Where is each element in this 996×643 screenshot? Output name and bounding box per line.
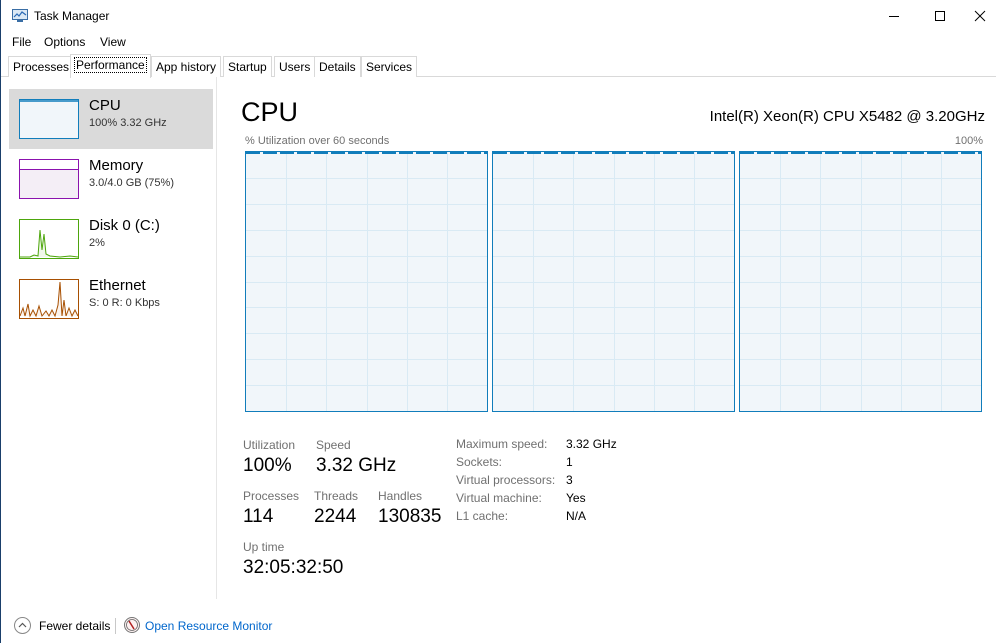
maximize-button[interactable] — [917, 0, 963, 32]
graph-canvas — [493, 152, 734, 411]
stat-value: 114 — [243, 506, 274, 527]
uptime-stat: Up time 32:05:32:50 — [243, 540, 343, 579]
resource-name: Disk 0 (C:) — [89, 217, 160, 234]
memory-thumbnail — [19, 159, 79, 199]
processes-stat: Processes 114 — [243, 489, 299, 528]
stat-value: 32:05:32:50 — [243, 557, 344, 578]
stat-label: Processes — [243, 489, 300, 503]
disk-thumbnail — [19, 219, 79, 259]
tab-label: Performance — [74, 57, 147, 73]
menu-bar: File Options View — [1, 32, 996, 52]
tab-bar: Processes Performance App history Startu… — [1, 54, 996, 78]
threads-stat: Threads 2244 — [314, 489, 358, 528]
tab-users[interactable]: Users — [274, 56, 316, 77]
tab-label: Startup — [228, 60, 267, 74]
speed-stat: Speed 3.32 GHz — [316, 438, 396, 477]
page-title: CPU — [241, 97, 299, 127]
chevron-up-icon[interactable] — [14, 617, 31, 634]
close-icon — [974, 10, 986, 22]
graph-canvas — [740, 152, 981, 411]
info-value: Yes — [566, 491, 586, 505]
maximize-icon — [935, 11, 945, 21]
cpu-graph-0 — [245, 151, 488, 412]
tab-label: Details — [319, 60, 356, 74]
resource-name: CPU — [89, 97, 121, 114]
info-key: L1 cache: — [456, 509, 509, 523]
info-value: 3 — [566, 473, 573, 487]
ethernet-thumbnail — [19, 279, 79, 319]
resource-name: Memory — [89, 157, 144, 174]
tab-performance[interactable]: Performance — [70, 54, 151, 78]
info-key: Virtual processors: — [456, 473, 556, 487]
stat-value: 2244 — [314, 506, 357, 527]
resource-sub: 100% 3.32 GHz — [89, 117, 167, 129]
tab-processes[interactable]: Processes — [8, 56, 75, 77]
info-value: 3.32 GHz — [566, 437, 617, 451]
tab-label: Users — [279, 60, 311, 74]
cpu-detail-pane: CPU Intel(R) Xeon(R) CPU X5482 @ 3.20GHz… — [218, 77, 996, 599]
stat-value: 3.32 GHz — [316, 455, 397, 476]
handles-stat: Handles 130835 — [378, 489, 441, 528]
stat-label: Handles — [378, 489, 423, 503]
cpu-model: Intel(R) Xeon(R) CPU X5482 @ 3.20GHz — [709, 108, 985, 125]
resource-sub: 3.0/4.0 GB (75%) — [89, 177, 174, 189]
tab-details[interactable]: Details — [314, 56, 361, 77]
cpu-thumbnail — [19, 99, 79, 139]
tab-label: App history — [156, 60, 217, 74]
title-bar: Task Manager — [1, 0, 996, 32]
minimize-icon — [889, 16, 899, 17]
resource-name: Ethernet — [89, 277, 146, 294]
resource-cpu[interactable]: CPU 100% 3.32 GHz — [9, 89, 213, 149]
graph-label: % Utilization over 60 seconds — [245, 135, 390, 147]
menu-view[interactable]: View — [100, 35, 126, 49]
task-manager-icon — [12, 9, 28, 23]
tab-label: Processes — [13, 60, 70, 74]
task-manager-window: Task Manager File Options View Processes… — [0, 0, 996, 643]
stat-value: 100% — [243, 455, 292, 476]
utilization-stat: Utilization 100% — [243, 438, 295, 477]
window-title: Task Manager — [34, 9, 110, 23]
stat-label: Speed — [316, 438, 351, 452]
fewer-details-link[interactable]: Fewer details — [39, 619, 110, 633]
tab-app-history[interactable]: App history — [151, 56, 222, 77]
tab-services[interactable]: Services — [361, 56, 418, 77]
stat-label: Utilization — [243, 438, 296, 452]
footer-divider — [115, 618, 116, 634]
resource-sub: 2% — [89, 237, 105, 249]
stat-label: Up time — [243, 540, 285, 554]
resource-disk[interactable]: Disk 0 (C:) 2% — [9, 209, 213, 269]
info-key: Virtual machine: — [456, 491, 542, 505]
tab-startup[interactable]: Startup — [223, 56, 272, 77]
info-value: N/A — [566, 509, 587, 523]
tab-label: Services — [366, 60, 413, 74]
info-key: Maximum speed: — [456, 437, 548, 451]
cpu-graph-1 — [492, 151, 735, 412]
stat-value: 130835 — [378, 506, 442, 527]
resource-ethernet[interactable]: Ethernet S: 0 R: 0 Kbps — [9, 269, 213, 329]
close-button[interactable] — [963, 0, 996, 32]
resource-monitor-icon[interactable] — [124, 617, 140, 633]
info-value: 1 — [566, 455, 573, 469]
open-resource-monitor-link[interactable]: Open Resource Monitor — [145, 619, 272, 633]
resource-memory[interactable]: Memory 3.0/4.0 GB (75%) — [9, 149, 213, 209]
menu-file[interactable]: File — [12, 35, 31, 49]
cpu-graph-2 — [739, 151, 982, 412]
resource-sub: S: 0 R: 0 Kbps — [89, 297, 160, 309]
footer: Fewer details Open Resource Monitor — [1, 612, 996, 640]
menu-options[interactable]: Options — [44, 35, 85, 49]
info-key: Sockets: — [456, 455, 503, 469]
resource-list: CPU 100% 3.32 GHz Memory 3.0/4.0 GB (75%… — [1, 77, 217, 599]
stat-label: Threads — [314, 489, 359, 503]
graph-max-label: 100% — [954, 135, 983, 147]
minimize-button[interactable] — [871, 0, 917, 32]
graph-canvas — [246, 152, 487, 411]
